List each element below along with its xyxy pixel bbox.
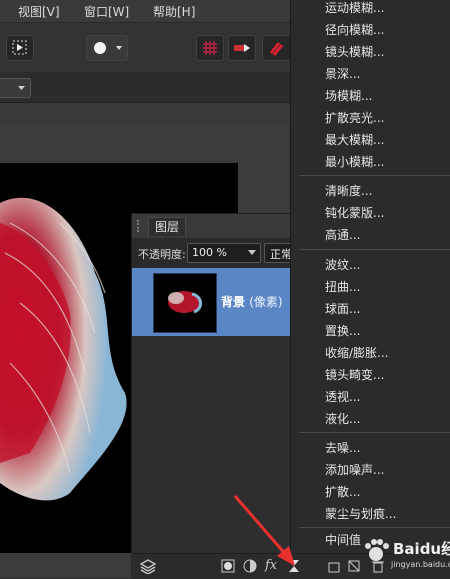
grid-button[interactable] <box>196 35 224 61</box>
align-arrow-icon <box>234 44 250 52</box>
panel-grip-icon[interactable] <box>137 220 145 232</box>
menu-item-lens-distortion[interactable]: 镜头畸变... <box>325 366 384 383</box>
circle-shape-icon <box>94 42 122 54</box>
shape-dropdown-button[interactable] <box>86 35 128 61</box>
layer-name: 背景 (像素) <box>221 293 283 310</box>
menu-item-spherical[interactable]: 球面... <box>325 300 360 317</box>
menu-item-radial-blur[interactable]: 径向模糊... <box>325 21 384 38</box>
tab-layers[interactable]: 图层 <box>148 217 187 236</box>
document-tab-strip <box>0 103 290 126</box>
layers-stack-icon[interactable] <box>139 558 157 574</box>
menu-item-clarity[interactable]: 清晰度... <box>325 182 372 199</box>
opacity-value: 100 % <box>192 246 227 259</box>
red-arrow-annotation <box>233 495 295 566</box>
menu-separator <box>299 249 450 250</box>
menu-item-depth-of-field[interactable]: 景深... <box>325 65 360 82</box>
menu-item-displace[interactable]: 置换... <box>325 322 360 339</box>
status-bar-left <box>0 553 131 578</box>
filter-menu: 运动模糊... 径向模糊... 镜头模糊... 景深... 场模糊... 扩散亮… <box>290 0 450 553</box>
menu-item-add-noise[interactable]: 添加噪声... <box>325 461 384 478</box>
context-toolbar <box>0 72 290 103</box>
menu-view[interactable]: 视图[V] <box>18 3 60 20</box>
watermark-url: jingyan.baidu.com <box>391 560 450 569</box>
fish-thumbnail-icon <box>168 291 202 314</box>
menu-item-minimum-blur[interactable]: 最小模糊... <box>325 153 384 170</box>
menu-bar: 视图[V] 窗口[W] 帮助[H] <box>0 0 290 22</box>
opacity-field[interactable]: 100 % <box>187 243 261 263</box>
transform-button[interactable] <box>6 35 34 61</box>
watermark: Baidu经验 jingyan.baidu.com <box>355 530 450 578</box>
menu-item-lens-blur[interactable]: 镜头模糊... <box>325 43 384 60</box>
menu-separator <box>299 175 450 176</box>
menu-item-ripple[interactable]: 波纹... <box>325 256 360 273</box>
chevron-down-icon <box>18 86 25 90</box>
layer-options-row: 不透明度: 100 % 正常 <box>132 238 306 268</box>
blend-mode-value: 正常 <box>270 248 292 261</box>
layer-thumbnail <box>153 273 217 333</box>
context-dropdown[interactable] <box>0 78 31 98</box>
baidu-paw-logo-icon <box>365 539 389 561</box>
menu-item-denoise[interactable]: 去噪... <box>325 439 360 456</box>
menu-item-maximum-blur[interactable]: 最大模糊... <box>325 131 384 148</box>
layer-type: (像素) <box>249 295 283 309</box>
menu-item-liquify[interactable]: 液化... <box>325 410 360 427</box>
menu-help[interactable]: 帮助[H] <box>153 3 195 20</box>
menu-item-motion-blur[interactable]: 运动模糊... <box>325 0 384 16</box>
menu-item-unsharp-mask[interactable]: 钝化蒙版... <box>325 204 384 221</box>
watermark-text: Baidu经验 <box>393 540 450 558</box>
group-icon[interactable] <box>327 559 341 573</box>
menu-item-pinch-punch[interactable]: 收缩/膨胀... <box>325 344 389 361</box>
layer-name-text: 背景 <box>221 295 246 309</box>
menu-item-dust-scratches[interactable]: 蒙尘与划痕... <box>325 505 396 522</box>
chevron-down-icon[interactable] <box>248 250 256 255</box>
transform-icon <box>12 40 27 55</box>
align-button[interactable] <box>228 35 256 61</box>
menu-item-perspective[interactable]: 透视... <box>325 388 360 405</box>
opacity-label: 不透明度: <box>138 248 186 261</box>
layer-row[interactable]: 背景 (像素) <box>132 268 291 336</box>
layers-panel-header: 图层 <box>132 214 291 239</box>
snap-button[interactable] <box>262 35 291 61</box>
menu-item-high-pass[interactable]: 高通... <box>325 226 360 243</box>
toolbar <box>0 22 291 74</box>
menu-item-diffuse[interactable]: 扩散... <box>325 483 360 500</box>
menu-item-diffuse-glow[interactable]: 扩散亮光... <box>325 109 384 126</box>
menu-separator <box>299 432 450 433</box>
menu-item-twirl[interactable]: 扭曲... <box>325 278 360 295</box>
menu-item-field-blur[interactable]: 场模糊... <box>325 87 372 104</box>
menu-separator <box>299 527 450 528</box>
magnet-icon <box>269 42 284 56</box>
grid-snap-icon <box>203 41 217 55</box>
menu-window[interactable]: 窗口[W] <box>84 3 129 20</box>
